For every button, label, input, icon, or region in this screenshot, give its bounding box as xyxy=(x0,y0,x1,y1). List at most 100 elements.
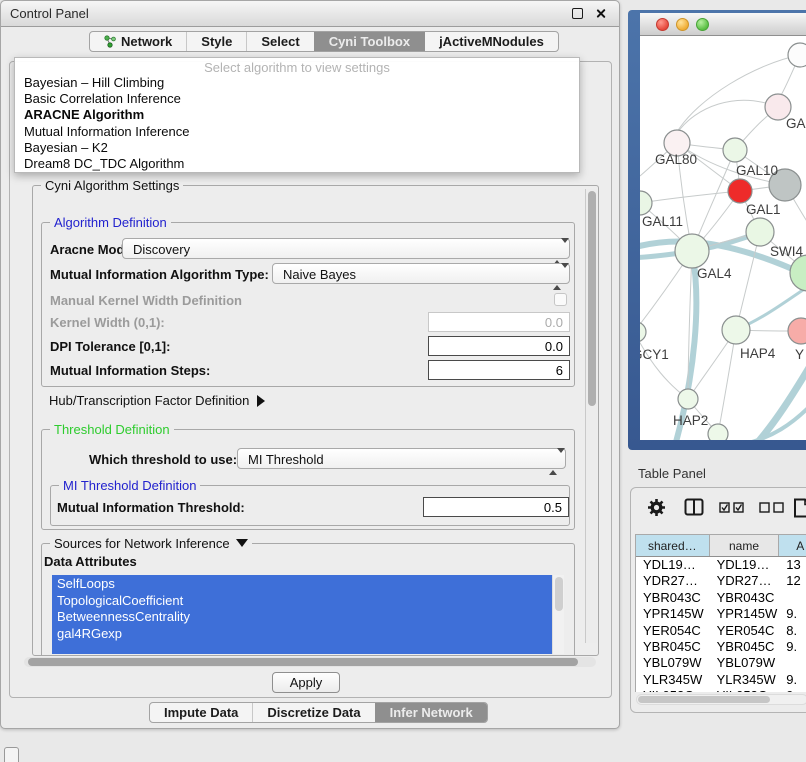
cyni-algorithm-settings-group: Cyni Algorithm Settings Algorithm Defini… xyxy=(32,185,599,656)
node-label: Y xyxy=(795,347,804,362)
mi-type-select[interactable]: Naive Bayes xyxy=(272,263,570,284)
sources-title[interactable]: Sources for Network Inference xyxy=(50,536,252,551)
network-node-gcy1[interactable] xyxy=(640,322,646,342)
scrollbar-thumb[interactable] xyxy=(588,191,596,406)
network-node-gal10[interactable] xyxy=(723,138,747,162)
tab-network[interactable]: Network xyxy=(90,32,186,51)
control-panel-title: Control Panel xyxy=(10,6,89,21)
kernel-width-field[interactable] xyxy=(428,312,570,332)
node-label: GAL11 xyxy=(642,214,683,229)
apply-button[interactable]: Apply xyxy=(272,672,340,693)
zoom-traffic-light-icon[interactable] xyxy=(696,18,709,31)
table-horizontal-scrollbar[interactable] xyxy=(636,694,806,705)
tab-select-label: Select xyxy=(261,34,299,49)
table-row[interactable]: YBL079WYBL079W xyxy=(636,655,806,671)
settings-vertical-scrollbar[interactable] xyxy=(585,189,597,643)
network-canvas[interactable]: GAL GAL80 GAL10 GAL1 GAL11 SWI4 GAL4 GCY… xyxy=(640,36,806,440)
tab-infer-network[interactable]: Infer Network xyxy=(375,703,487,722)
network-node[interactable] xyxy=(788,318,806,344)
document-icon[interactable] xyxy=(793,498,806,518)
menu-item[interactable]: Mutual Information Inference xyxy=(15,122,579,138)
node-label: GAL1 xyxy=(746,202,781,217)
mi-steps-field[interactable] xyxy=(428,360,570,380)
algorithm-definition-title: Algorithm Definition xyxy=(50,215,171,230)
network-node-gal1[interactable] xyxy=(746,218,774,246)
manual-kernel-checkbox[interactable] xyxy=(554,293,567,306)
menu-item-selected[interactable]: ARACNE Algorithm xyxy=(15,106,579,122)
column-header[interactable]: A xyxy=(779,535,806,556)
table-row[interactable]: YLR345WYLR345W9. xyxy=(636,672,806,688)
menu-item[interactable]: Dream8 DC_TDC Algorithm xyxy=(15,155,579,171)
table-row[interactable]: YDR27…YDR27…12 xyxy=(636,573,806,589)
table-row[interactable]: YIL052CYIL052C9 xyxy=(636,688,806,692)
menu-item[interactable]: Basic Correlation Inference xyxy=(15,89,579,105)
hub-transcription-label: Hub/Transcription Factor Definition xyxy=(49,393,249,408)
hub-transcription-toggle[interactable]: Hub/Transcription Factor Definition xyxy=(49,393,265,408)
checked-columns-icon[interactable] xyxy=(719,502,745,513)
list-item[interactable]: SelfLoops xyxy=(52,575,552,592)
scrollbar-thumb[interactable] xyxy=(638,696,770,703)
tab-impute-data[interactable]: Impute Data xyxy=(150,703,252,722)
network-view-frame[interactable]: GAL GAL80 GAL10 GAL1 GAL11 SWI4 GAL4 GCY… xyxy=(628,10,806,450)
network-node-gal4[interactable] xyxy=(675,234,709,268)
network-node-selected[interactable] xyxy=(728,179,752,203)
network-node[interactable] xyxy=(708,424,728,440)
close-icon[interactable] xyxy=(595,8,606,19)
tab-jactivemnodules[interactable]: jActiveMNodules xyxy=(424,32,558,51)
screen: Control Panel Network Style Select xyxy=(0,0,806,762)
sources-title-label: Sources for Network Inference xyxy=(54,536,230,551)
node-label: GAL10 xyxy=(736,163,778,178)
settings-horizontal-scrollbar[interactable] xyxy=(24,657,596,667)
dpi-tolerance-label: DPI Tolerance [0,1]: xyxy=(50,339,170,354)
close-traffic-light-icon[interactable] xyxy=(656,18,669,31)
split-view-icon[interactable] xyxy=(684,498,704,516)
column-header-name[interactable]: name xyxy=(710,535,780,556)
table-row[interactable]: YBR045CYBR045C9. xyxy=(636,639,806,655)
table-row[interactable]: YPR145WYPR145W9. xyxy=(636,606,806,622)
data-attributes-list[interactable]: SelfLoops TopologicalCoefficient Between… xyxy=(52,575,564,654)
threshold-definition-group: Threshold Definition Which threshold to … xyxy=(41,429,575,530)
attributes-scrollbar[interactable] xyxy=(552,575,564,654)
aracne-mode-value: Discovery xyxy=(133,242,190,257)
table-row[interactable]: YER054CYER054C8. xyxy=(636,623,806,639)
network-window-titlebar[interactable] xyxy=(640,13,806,36)
float-window-icon[interactable] xyxy=(572,8,583,19)
dpi-tolerance-field[interactable] xyxy=(428,336,570,356)
table-row[interactable]: YDL19…YDL19…13 xyxy=(636,557,806,573)
network-node[interactable] xyxy=(788,43,806,67)
network-node-hap4[interactable] xyxy=(722,316,750,344)
table-panel: shared… name A YDL19…YDL19…13 YDR27…YDR2… xyxy=(630,487,806,713)
tab-select[interactable]: Select xyxy=(246,32,313,51)
control-panel-titlebar[interactable]: Control Panel xyxy=(1,1,619,27)
tab-discretize-data-label: Discretize Data xyxy=(267,705,360,720)
network-node-hap2[interactable] xyxy=(678,389,698,409)
tab-cyni-toolbox[interactable]: Cyni Toolbox xyxy=(314,32,424,51)
table-body[interactable]: YDL19…YDL19…13 YDR27…YDR27…12 YBR043CYBR… xyxy=(636,557,806,692)
tab-discretize-data[interactable]: Discretize Data xyxy=(252,703,374,722)
unchecked-columns-icon[interactable] xyxy=(759,502,785,513)
list-item[interactable]: TopologicalCoefficient xyxy=(52,592,552,609)
scrollbar-thumb[interactable] xyxy=(28,658,578,666)
menu-item[interactable]: Bayesian – Hill Climbing xyxy=(15,73,579,89)
tab-style[interactable]: Style xyxy=(186,32,246,51)
column-header-shared-name[interactable]: shared… xyxy=(636,535,710,556)
minimize-traffic-light-icon[interactable] xyxy=(676,18,689,31)
list-item[interactable]: gal4RGexp xyxy=(52,625,552,642)
table-row[interactable]: YBR043CYBR043C xyxy=(636,590,806,606)
node-label: HAP4 xyxy=(740,346,776,361)
which-threshold-select[interactable]: MI Threshold xyxy=(237,448,566,469)
list-item[interactable]: BetweennessCentrality xyxy=(52,608,552,625)
network-node-swi4[interactable] xyxy=(790,255,806,291)
kernel-width-label: Kernel Width (0,1): xyxy=(50,315,165,330)
gear-icon[interactable] xyxy=(647,498,666,517)
stepper-arrows-icon xyxy=(549,453,558,471)
chevron-right-icon xyxy=(257,395,265,407)
table-panel-title: Table Panel xyxy=(638,466,706,481)
mi-threshold-field[interactable] xyxy=(423,497,569,517)
aracne-mode-select[interactable]: Discovery xyxy=(122,238,570,259)
data-attributes-label: Data Attributes xyxy=(44,554,137,569)
algorithm-definition-group: Algorithm Definition Aracne Mode: Discov… xyxy=(41,222,575,387)
restore-panel-icon[interactable] xyxy=(4,747,19,762)
menu-item[interactable]: Bayesian – K2 xyxy=(15,139,579,155)
mi-threshold-group: MI Threshold Definition Mutual Informati… xyxy=(50,485,570,526)
